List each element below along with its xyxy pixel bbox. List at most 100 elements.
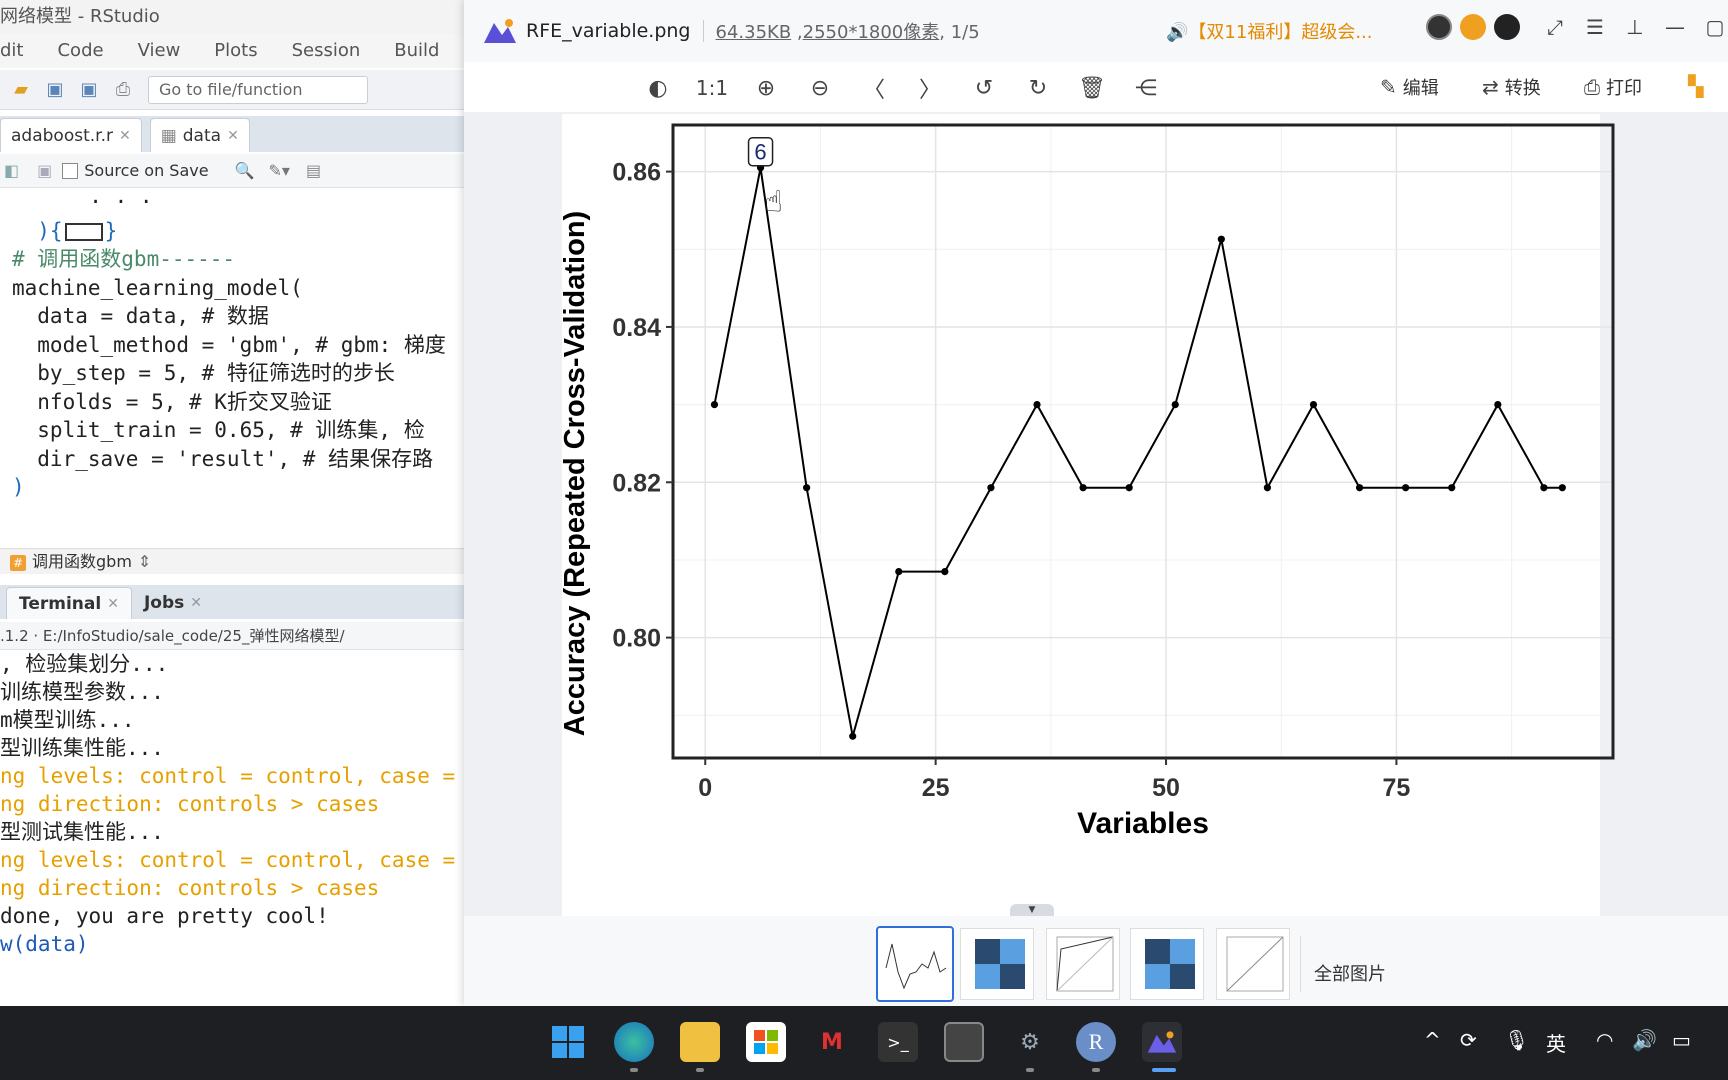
wand-icon[interactable]: ✎▾	[269, 161, 290, 180]
go-back-icon[interactable]: ◧	[4, 161, 19, 180]
data-point	[941, 567, 949, 576]
y-axis-label: Accuracy (Repeated Cross-Validation)	[559, 211, 591, 736]
mouse-icon[interactable]: ◐	[642, 72, 674, 104]
battery-icon[interactable]: ▭	[1672, 1028, 1691, 1052]
vip-badge-icon[interactable]	[1460, 14, 1486, 40]
chevron-up-icon[interactable]: ^	[1424, 1028, 1441, 1052]
r-icon[interactable]: R	[1076, 1022, 1116, 1062]
avatar[interactable]	[1426, 14, 1452, 40]
image-canvas[interactable]: 0 25 50 75 0.80 0.82 0.84 0.86 Variables Accur…	[464, 112, 1728, 916]
tab-data[interactable]: ▦ data ✕	[149, 118, 250, 152]
collapse-thumbs-icon[interactable]: ▼	[1010, 904, 1054, 916]
pin-icon[interactable]: ⊥	[1622, 14, 1648, 40]
menu-code[interactable]: Code	[57, 34, 103, 68]
data-point	[1355, 484, 1364, 492]
thumbnail-confusion-matrix[interactable]	[960, 928, 1034, 1000]
promo-text: 【双11福利】超级会...	[1188, 22, 1373, 43]
share-icon[interactable]: ⋲	[1130, 72, 1162, 104]
data-point	[1079, 484, 1087, 492]
menu-edit[interactable]: dit	[0, 34, 23, 68]
terminal-icon[interactable]: >_	[878, 1022, 918, 1062]
thumbnail-roc-curve[interactable]	[1046, 928, 1120, 1000]
previous-icon[interactable]: 〈	[858, 72, 890, 104]
menu-view[interactable]: View	[138, 34, 181, 68]
zoom-out-icon[interactable]: ⊖	[804, 72, 836, 104]
actual-size-button[interactable]: 1:1	[696, 72, 728, 104]
open-file-icon[interactable]: ▰	[8, 79, 34, 101]
settings-icon[interactable]: ⚙	[1010, 1022, 1050, 1062]
close-icon[interactable]: ✕	[227, 128, 239, 144]
console-line: 型训练集性能...	[0, 736, 164, 760]
running-indicator	[696, 1068, 704, 1072]
tab-terminal[interactable]: Terminal ✕	[6, 587, 132, 619]
file-size[interactable]: 64.35KB	[716, 22, 792, 43]
image-dimensions[interactable]: 2550*1800像素	[803, 22, 940, 43]
goto-file-input[interactable]: Go to file/function	[148, 75, 368, 104]
thumbnail-roc-curve-test[interactable]	[1216, 928, 1290, 1000]
coin-icon[interactable]	[1494, 14, 1520, 40]
volume-icon[interactable]: 🔊	[1632, 1028, 1657, 1052]
start-icon[interactable]	[548, 1022, 588, 1062]
data-point	[849, 732, 857, 740]
search-icon[interactable]: 🔍	[235, 161, 255, 180]
tab-jobs[interactable]: Jobs ✕	[132, 587, 214, 619]
wifi-icon[interactable]: ◠	[1596, 1028, 1613, 1052]
close-icon[interactable]: ✕	[190, 595, 202, 611]
store-icon[interactable]	[746, 1022, 786, 1062]
rotate-left-icon[interactable]: ↺	[968, 72, 1000, 104]
hand-cursor-icon: ☝	[765, 185, 783, 220]
menu-session[interactable]: Session	[292, 34, 361, 68]
grid-major	[673, 125, 1613, 758]
tab-adaboost[interactable]: adaboost.r.r ✕	[0, 118, 142, 152]
viewer-toolbar: ◐ 1:1 ⊕ ⊖ 〈 〉 ↺ ↻ 🗑 ⋲ ✎ 编辑 ⇄ 转换 ⎙ 打印 ▚	[464, 62, 1728, 112]
ime-indicator[interactable]: 英	[1546, 1028, 1566, 1057]
fold-marker[interactable]	[64, 222, 103, 241]
print-button[interactable]: ⎙ 打印	[1584, 74, 1642, 100]
image-viewer-icon[interactable]	[1142, 1022, 1182, 1062]
source-on-save-checkbox[interactable]	[62, 162, 79, 179]
rotate-right-icon[interactable]: ↻	[1022, 72, 1054, 104]
edge-icon[interactable]	[614, 1022, 654, 1062]
convert-button[interactable]: ⇄ 转换	[1482, 74, 1541, 100]
mcafee-icon[interactable]: M	[812, 1022, 852, 1062]
data-point	[803, 484, 811, 492]
save-icon[interactable]: ▣	[37, 161, 52, 180]
edit-button[interactable]: ✎ 编辑	[1380, 74, 1439, 100]
minimize-icon[interactable]: —	[1662, 14, 1688, 40]
close-icon[interactable]: ✕	[107, 596, 119, 612]
tab-terminal-label: Terminal	[19, 593, 102, 614]
print-icon[interactable]: ⎙	[110, 79, 136, 101]
promo-banner[interactable]: 🔊【双11福利】超级会...	[1166, 18, 1373, 44]
menu-build[interactable]: Build	[394, 34, 439, 68]
data-point	[710, 401, 719, 409]
compile-icon[interactable]: ▤	[306, 161, 321, 180]
all-images-link[interactable]: 全部图片	[1314, 960, 1386, 986]
microphone-icon[interactable]: 🎙	[1504, 1028, 1529, 1052]
rfe-chart: 0 25 50 75 0.80 0.82 0.84 0.86 Variables Accur…	[559, 123, 1615, 840]
menu-icon[interactable]: ☰	[1582, 14, 1608, 40]
page-indicator: , 1/5	[939, 22, 980, 43]
cmd-icon[interactable]	[944, 1022, 984, 1062]
delete-icon[interactable]: 🗑	[1076, 72, 1108, 104]
folder-icon[interactable]	[680, 1022, 720, 1062]
maximize-icon[interactable]: ▢	[1702, 14, 1728, 40]
taskbar: M >_ ⚙ R ^ ⟳ 🎙 英 ◠ 🔊 ▭	[0, 1006, 1728, 1080]
tools-button[interactable]: ▚	[1688, 74, 1709, 98]
close-icon[interactable]: ✕	[119, 128, 131, 144]
thumbnail-rfe-variable[interactable]	[876, 926, 954, 1002]
console-line: ng levels: control = control, case =	[0, 764, 456, 788]
menu-plots[interactable]: Plots	[214, 34, 257, 68]
zoom-in-icon[interactable]: ⊕	[750, 72, 782, 104]
viewer-app-logo	[1147, 1031, 1177, 1053]
save-icon[interactable]: ▣	[42, 79, 68, 101]
code-editor[interactable]: · · · ){} # 调用函数gbm------ machine_learning…	[0, 188, 470, 548]
fullscreen-icon[interactable]: ⤢	[1542, 14, 1568, 40]
next-icon[interactable]: 〉	[914, 72, 946, 104]
thumbnail-confusion-matrix-test[interactable]	[1130, 928, 1204, 1000]
thumb-roc	[1226, 936, 1284, 992]
data-point	[1558, 484, 1566, 492]
sync-icon[interactable]: ⟳	[1460, 1028, 1477, 1052]
save-all-icon[interactable]: ▣	[76, 79, 102, 101]
console-output[interactable]: , 检验集划分... 训练模型参数... m模型训练... 型训练集性能... ng l…	[0, 650, 470, 1006]
function-breadcrumb[interactable]: # 调用函数gbm ⇕	[0, 548, 470, 574]
